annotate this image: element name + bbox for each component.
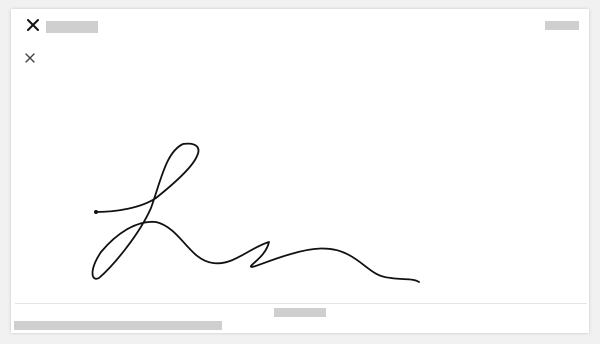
done-button[interactable]	[545, 21, 579, 30]
footer-center-label	[274, 308, 326, 317]
clear-signature-icon[interactable]	[23, 51, 37, 65]
signature-start-dot	[94, 210, 98, 214]
signature-canvas[interactable]	[11, 70, 589, 300]
close-icon[interactable]	[24, 16, 42, 34]
signature-stroke	[91, 142, 420, 283]
footer-left-label	[14, 321, 222, 330]
divider	[15, 303, 587, 304]
dialog-title	[46, 21, 98, 33]
